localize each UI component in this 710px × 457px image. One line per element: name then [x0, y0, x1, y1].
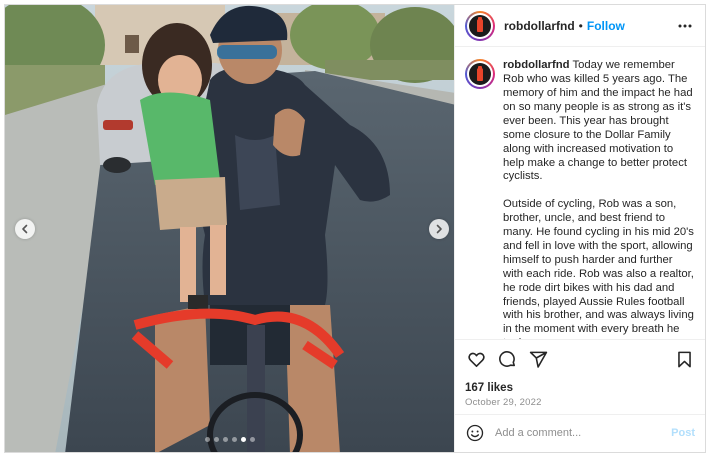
caption: robdollarfnd Today we remember Rob who w… [455, 47, 705, 339]
previous-photo-button[interactable] [15, 219, 35, 239]
caption-paragraph-2: Outside of cycling, Rob was a son, broth… [503, 198, 694, 338]
bookmark-icon [677, 351, 691, 368]
post-header: robdollarfnd • Follow [455, 5, 705, 48]
carousel-dot [222, 437, 228, 442]
post-comment-button[interactable]: Post [671, 427, 695, 439]
likes-count[interactable]: 167 likes [465, 382, 695, 394]
post-side-panel: robdollarfnd • Follow robdollarfnd Today… [454, 5, 705, 452]
more-options-button[interactable] [675, 16, 695, 36]
caption-username[interactable]: robdollarfnd [503, 59, 570, 71]
share-icon [529, 351, 547, 368]
caption-paragraph-1: Today we remember Rob who was killed 5 y… [503, 59, 693, 183]
post-date[interactable]: October 29, 2022 [465, 397, 695, 408]
comment-icon [498, 351, 515, 368]
post-actions: 167 likes October 29, 2022 [455, 338, 705, 414]
username-link[interactable]: robdollarfnd [504, 19, 575, 33]
like-button[interactable] [465, 349, 487, 371]
carousel-dot [249, 437, 255, 442]
post-photo[interactable] [5, 5, 454, 452]
caption-avatar[interactable] [465, 59, 495, 90]
carousel-dot [240, 437, 246, 442]
share-button[interactable] [527, 349, 549, 371]
carousel-indicator [5, 437, 454, 442]
carousel-dot [213, 437, 219, 442]
caption-text: robdollarfnd Today we remember Rob who w… [503, 59, 695, 338]
chevron-right-icon [436, 224, 442, 234]
comment-bar: Post [455, 413, 705, 452]
chevron-left-icon [22, 224, 28, 234]
heart-icon [467, 352, 485, 368]
bottle-logo-icon [469, 14, 491, 37]
bottle-logo-icon [469, 63, 491, 86]
carousel-dot [231, 437, 237, 442]
comment-button[interactable] [496, 349, 518, 371]
avatar[interactable] [465, 10, 495, 41]
follow-button[interactable]: Follow [587, 19, 625, 33]
emoji-icon [466, 425, 484, 442]
next-photo-button[interactable] [429, 219, 449, 239]
more-horizontal-icon [678, 24, 692, 28]
emoji-button[interactable] [465, 423, 485, 443]
separator-dot: • [578, 18, 583, 33]
comment-input[interactable] [495, 427, 672, 440]
cyclist-photo-image [5, 5, 454, 452]
carousel-dot [204, 437, 210, 442]
instagram-post: robdollarfnd • Follow robdollarfnd Today… [4, 4, 706, 453]
save-button[interactable] [673, 349, 695, 371]
